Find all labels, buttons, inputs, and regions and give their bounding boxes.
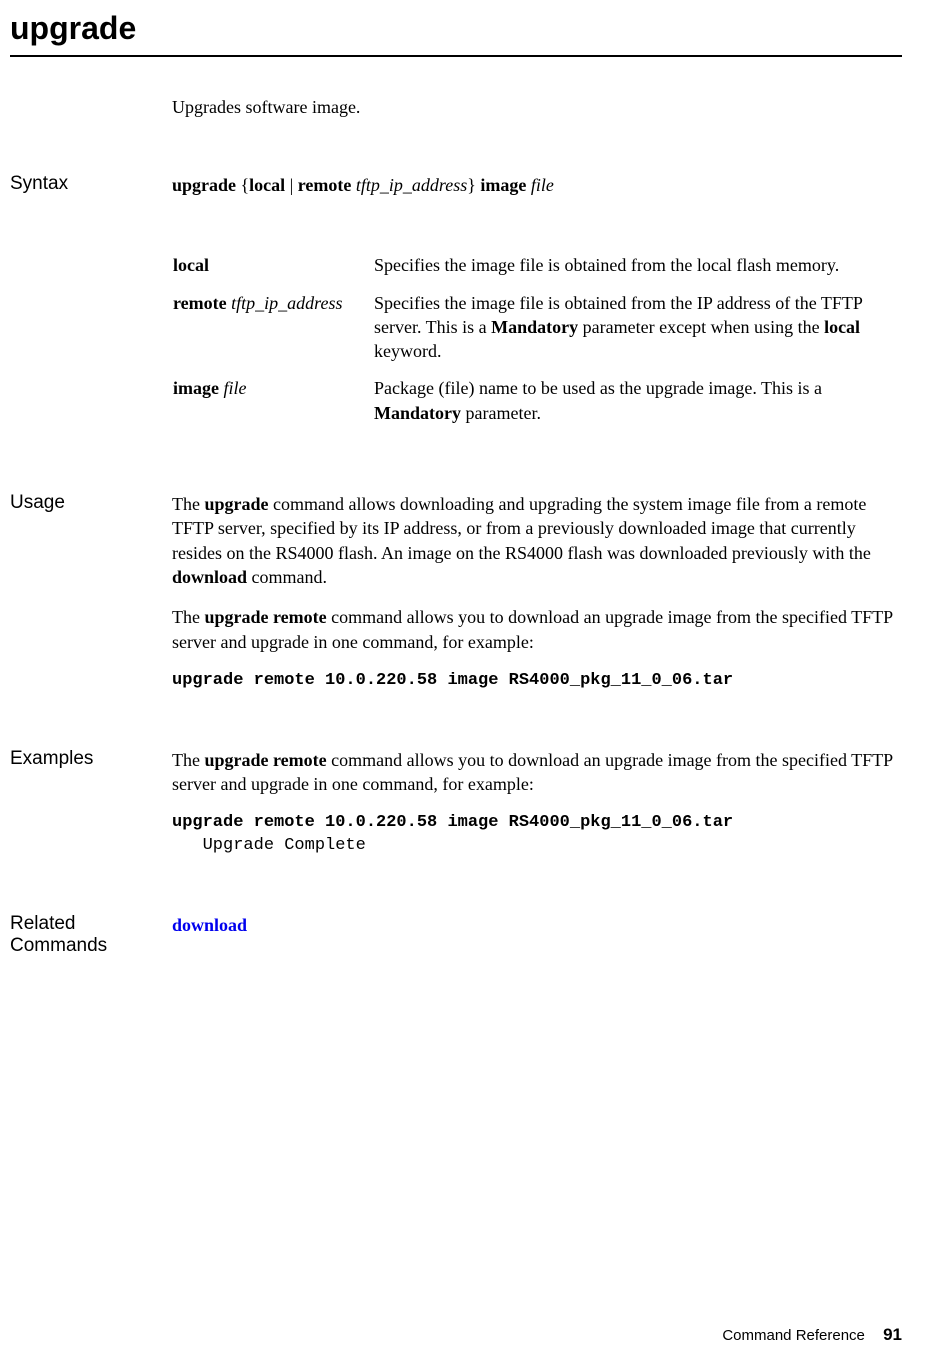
examples-section: Examples The upgrade remote command allo… [172, 748, 902, 858]
param-key-bold: image [173, 378, 219, 398]
syntax-kw-remote: remote [298, 175, 352, 195]
command-title: upgrade [10, 10, 902, 47]
text: command. [247, 567, 327, 587]
examples-para-1: The upgrade remote command allows you to… [172, 748, 902, 797]
usage-para-2: The upgrade remote command allows you to… [172, 605, 902, 654]
examples-label: Examples [10, 748, 160, 770]
param-key-ital: tftp_ip_address [227, 293, 343, 313]
usage-para-1: The upgrade command allows downloading a… [172, 492, 902, 589]
text: The [172, 607, 204, 627]
param-key-ital: file [219, 378, 247, 398]
param-key: local [172, 252, 373, 289]
param-desc-post: keyword. [374, 341, 441, 361]
param-key: image file [172, 375, 373, 437]
syntax-arg-tftp: tftp_ip_address [356, 175, 467, 195]
bold-text: upgrade [204, 494, 268, 514]
syntax-cmd: upgrade [172, 175, 236, 195]
title-rule [10, 55, 902, 57]
param-desc: Package (file) name to be used as the up… [373, 375, 902, 437]
param-row: image file Package (file) name to be use… [172, 375, 902, 437]
syntax-arg-file: file [531, 175, 554, 195]
text: The [172, 494, 204, 514]
param-desc: Specifies the image file is obtained fro… [373, 290, 902, 376]
param-key: remote tftp_ip_address [172, 290, 373, 376]
document-page: upgrade Upgrades software image. Syntax … [0, 0, 952, 938]
param-row: remote tftp_ip_address Specifies the ima… [172, 290, 902, 376]
code-text: upgrade remote 10.0.220.58 image RS4000_… [172, 671, 733, 690]
related-label: Related Commands [10, 913, 160, 957]
param-desc: Specifies the image file is obtained fro… [373, 252, 902, 289]
intro-text: Upgrades software image. [172, 97, 902, 118]
bold-text: download [172, 567, 247, 587]
code-bold: upgrade remote 10.0.220.58 image RS4000_… [172, 813, 733, 832]
syntax-kw-local: local [249, 175, 285, 195]
page-number: 91 [883, 1325, 902, 1344]
usage-label: Usage [10, 492, 160, 514]
page-footer: Command Reference 91 [722, 1325, 902, 1345]
param-desc-text: Package (file) name to be used as the up… [374, 378, 822, 398]
param-desc-bold1: Mandatory [491, 317, 578, 337]
code-output: Upgrade Complete [172, 836, 366, 855]
usage-code: upgrade remote 10.0.220.58 image RS4000_… [172, 670, 902, 693]
text: command allows downloading and upgrading… [172, 494, 871, 563]
param-key-bold: local [173, 255, 209, 275]
syntax-label: Syntax [10, 173, 160, 195]
param-desc-bold1: Mandatory [374, 403, 461, 423]
text: The [172, 750, 204, 770]
content-area: Upgrades software image. Syntax upgrade … [172, 97, 902, 938]
param-desc-text: Specifies the image file is obtained fro… [374, 255, 839, 275]
param-desc-mid: parameter except when using the [578, 317, 824, 337]
syntax-brace-close: } [467, 175, 480, 195]
param-row: local Specifies the image file is obtain… [172, 252, 902, 289]
syntax-pipe: | [285, 175, 298, 195]
param-desc-mid: parameter. [461, 403, 541, 423]
bold-text: upgrade remote [204, 750, 326, 770]
param-table: local Specifies the image file is obtain… [172, 252, 902, 437]
syntax-line: upgrade {local | remote tftp_ip_address}… [172, 173, 902, 197]
param-desc-bold2: local [824, 317, 860, 337]
syntax-section: Syntax upgrade {local | remote tftp_ip_a… [172, 173, 902, 437]
footer-text: Command Reference [722, 1327, 865, 1344]
bold-text: upgrade remote [204, 607, 326, 627]
related-section: Related Commands download [172, 913, 902, 937]
usage-section: Usage The upgrade command allows downloa… [172, 492, 902, 693]
examples-code: upgrade remote 10.0.220.58 image RS4000_… [172, 812, 902, 858]
syntax-kw-image: image [480, 175, 526, 195]
param-key-bold: remote [173, 293, 227, 313]
download-link[interactable]: download [172, 915, 247, 935]
syntax-brace-open: { [236, 175, 249, 195]
